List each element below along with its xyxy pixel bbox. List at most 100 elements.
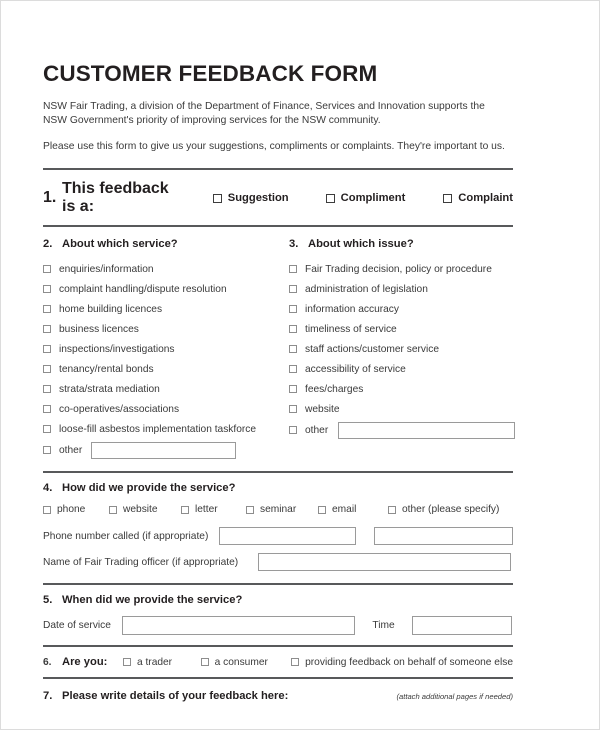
question-4-label: How did we provide the service? [62, 482, 236, 495]
q5-time-input[interactable] [412, 615, 512, 635]
checkbox-icon[interactable] [181, 505, 189, 514]
checkbox-icon[interactable] [43, 365, 51, 374]
q3-option-website[interactable]: website [289, 399, 513, 419]
checkbox-icon[interactable] [43, 385, 51, 394]
q4-option-email[interactable]: email [318, 504, 388, 515]
checkbox-icon[interactable] [289, 345, 297, 354]
q1-option-complaint[interactable]: Complaint [443, 192, 513, 204]
q2-other-input[interactable] [91, 441, 237, 459]
q4-option-letter[interactable]: letter [181, 504, 246, 515]
q4-option-label: other (please specify) [402, 504, 500, 516]
page-title: CUSTOMER FEEDBACK FORM [43, 61, 378, 86]
checkbox-icon[interactable] [289, 385, 297, 394]
checkbox-icon[interactable] [246, 505, 254, 514]
checkbox-icon[interactable] [289, 325, 297, 334]
checkbox-icon[interactable] [43, 325, 51, 334]
q2-option-other-row: other [43, 439, 289, 461]
q3-option-staff-actions-customer-service[interactable]: staff actions/customer service [289, 339, 513, 359]
q3-option-fees-charges[interactable]: fees/charges [289, 379, 513, 399]
checkbox-icon[interactable] [212, 193, 222, 203]
question-4-options: phone website letter seminar email other… [43, 494, 513, 523]
q5-date-input[interactable] [122, 615, 355, 635]
q2-option-inspections-investigations[interactable]: inspections/investigations [43, 339, 289, 359]
question-5-header: 5. When did we provide the service? [43, 594, 513, 606]
question-2-number: 2. [43, 238, 53, 251]
question-6-label: Are you: [62, 656, 108, 669]
question-2-label: About which service? [62, 238, 178, 251]
q2-option-co-operatives-associations[interactable]: co-operatives/associations [43, 399, 289, 419]
q2-option-label: co-operatives/associations [59, 403, 180, 415]
checkbox-icon[interactable] [325, 193, 335, 203]
q2-option-loose-fill-asbestos-taskforce[interactable]: loose-fill asbestos implementation taskf… [43, 419, 289, 439]
q2-option-home-building-licences[interactable]: home building licences [43, 299, 289, 319]
checkbox-icon[interactable] [200, 658, 209, 667]
checkbox-icon[interactable] [289, 305, 297, 314]
checkbox-icon[interactable] [122, 658, 131, 667]
q3-option-timeliness-of-service[interactable]: timeliness of service [289, 319, 513, 339]
question-3-options: Fair Trading decision, policy or procedu… [289, 250, 516, 441]
checkbox-icon[interactable] [289, 285, 297, 294]
q4-officer-name-label: Name of Fair Trading officer (if appropr… [43, 556, 239, 568]
checkbox-icon[interactable] [443, 193, 453, 203]
question-3-header: 3. About which issue? [289, 238, 513, 250]
q2-option-complaint-handling[interactable]: complaint handling/dispute resolution [43, 279, 289, 299]
q5-date-label: Date of service [43, 619, 111, 631]
question-7-header: 7. Please write details of your feedback… [43, 690, 288, 702]
q3-option-fair-trading-decision[interactable]: Fair Trading decision, policy or procedu… [289, 259, 513, 279]
q4-phone-number-input-2[interactable] [374, 527, 513, 546]
question-4-section: 4. How did we provide the service? phone… [43, 473, 513, 583]
question-1-number: 1. [43, 189, 57, 207]
checkbox-icon[interactable] [289, 405, 297, 414]
q2-option-business-licences[interactable]: business licences [43, 319, 289, 339]
checkbox-icon[interactable] [43, 285, 51, 294]
q2-option-enquiries-information[interactable]: enquiries/information [43, 259, 289, 279]
q3-other-input[interactable] [338, 421, 516, 439]
q4-option-other[interactable]: other (please specify) [388, 504, 499, 515]
q3-option-label: Fair Trading decision, policy or procedu… [305, 263, 492, 275]
q4-officer-name-input[interactable] [258, 553, 511, 572]
checkbox-icon[interactable] [289, 365, 297, 374]
q6-option-label: a consumer [214, 656, 268, 668]
question-2-header: 2. About which service? [43, 238, 289, 250]
question-4-header: 4. How did we provide the service? [43, 482, 513, 494]
q3-option-information-accuracy[interactable]: information accuracy [289, 299, 513, 319]
q4-option-seminar[interactable]: seminar [246, 504, 318, 515]
q2-option-tenancy-rental-bonds[interactable]: tenancy/rental bonds [43, 359, 289, 379]
q3-option-administration-of-legislation[interactable]: administration of legislation [289, 279, 513, 299]
question-3-number: 3. [289, 238, 299, 251]
q6-option-on-behalf-of-someone-else[interactable]: providing feedback on behalf of someone … [291, 657, 513, 668]
checkbox-icon[interactable] [43, 265, 51, 274]
q4-phone-number-input-1[interactable] [219, 527, 356, 546]
checkbox-icon[interactable] [109, 505, 117, 514]
question-1-label: This feedback is a: [62, 180, 169, 216]
q6-option-label: providing feedback on behalf of someone … [305, 656, 513, 668]
q3-option-label: timeliness of service [305, 323, 397, 335]
q4-option-website[interactable]: website [109, 504, 181, 515]
q4-option-label: seminar [260, 504, 297, 516]
checkbox-icon[interactable] [289, 426, 297, 435]
q6-option-a-trader[interactable]: a trader [122, 657, 201, 668]
checkbox-icon[interactable] [289, 265, 297, 274]
q4-phone-number-label: Phone number called (if appropriate) [43, 530, 209, 542]
checkbox-icon[interactable] [43, 405, 51, 414]
q4-option-label: email [332, 504, 357, 516]
q2-option-label: strata/strata mediation [59, 383, 160, 395]
intro-paragraph-1: NSW Fair Trading, a division of the Depa… [43, 101, 485, 127]
q1-option-compliment[interactable]: Compliment [325, 192, 406, 205]
checkbox-icon[interactable] [43, 305, 51, 314]
checkbox-icon[interactable] [388, 505, 396, 514]
q4-option-phone[interactable]: phone [43, 504, 109, 515]
checkbox-icon[interactable] [43, 345, 51, 354]
q3-option-accessibility-of-service[interactable]: accessibility of service [289, 359, 513, 379]
checkbox-icon[interactable] [43, 446, 51, 455]
q6-option-a-consumer[interactable]: a consumer [200, 656, 291, 668]
q3-option-label: fees/charges [305, 383, 364, 395]
checkbox-icon[interactable] [318, 505, 326, 514]
checkbox-icon[interactable] [43, 505, 51, 514]
checkbox-icon[interactable] [291, 658, 300, 667]
q1-option-label: Compliment [340, 192, 406, 205]
checkbox-icon[interactable] [43, 425, 51, 434]
q1-option-suggestion[interactable]: Suggestion [212, 192, 289, 204]
q2-option-strata-mediation[interactable]: strata/strata mediation [43, 379, 289, 399]
intro-paragraph-2: Please use this form to give us your sug… [43, 140, 505, 152]
